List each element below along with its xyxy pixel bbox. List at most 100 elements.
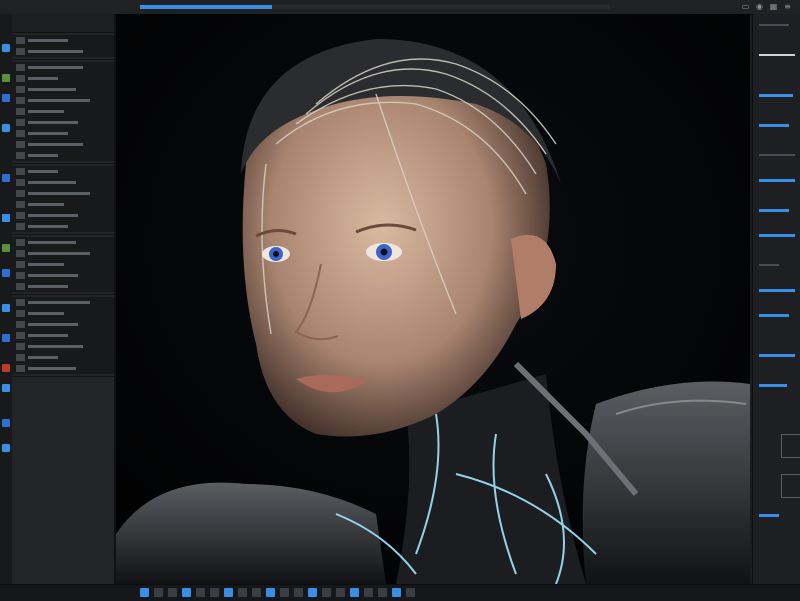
grid-icon[interactable]	[350, 588, 359, 597]
bottom-toolbar	[0, 584, 800, 601]
crop-icon[interactable]	[294, 588, 303, 597]
select-tool-icon[interactable]	[2, 44, 10, 52]
eyedropper-icon[interactable]	[336, 588, 345, 597]
blur-icon[interactable]	[196, 588, 205, 597]
layers-icon[interactable]	[2, 124, 10, 132]
layer-row[interactable]	[12, 166, 114, 177]
flip-icon[interactable]	[378, 588, 387, 597]
layer-group[interactable]	[12, 166, 114, 235]
slider-blue[interactable]	[759, 209, 789, 212]
layer-row[interactable]	[12, 177, 114, 188]
layer-row[interactable]	[12, 62, 114, 73]
layer-thumbnail	[16, 86, 25, 93]
layer-icon[interactable]	[140, 588, 149, 597]
layer-row[interactable]	[12, 35, 114, 46]
layer-row[interactable]	[12, 308, 114, 319]
left-pupil	[273, 251, 279, 257]
layer-row[interactable]	[12, 150, 114, 161]
layer-thumbnail	[16, 261, 25, 268]
pen-icon[interactable]	[224, 588, 233, 597]
move-icon[interactable]	[154, 588, 163, 597]
grid-icon[interactable]: ▦	[769, 2, 778, 11]
dodge-icon[interactable]	[210, 588, 219, 597]
layer-row[interactable]	[12, 270, 114, 281]
link-icon[interactable]	[406, 588, 415, 597]
layer-row[interactable]	[12, 363, 114, 374]
layer-thumbnail	[16, 239, 25, 246]
swatches-icon[interactable]	[2, 304, 10, 312]
layer-row[interactable]	[12, 117, 114, 128]
layer-row[interactable]	[12, 248, 114, 259]
slider-blue[interactable]	[759, 514, 779, 517]
info-icon[interactable]	[2, 334, 10, 342]
channels-icon[interactable]	[2, 214, 10, 222]
brush-icon[interactable]	[168, 588, 177, 597]
layer-group-body	[12, 237, 114, 292]
rotate-icon[interactable]	[364, 588, 373, 597]
brush-icon[interactable]	[2, 269, 10, 277]
layer-group[interactable]	[12, 237, 114, 295]
hand-icon[interactable]	[266, 588, 275, 597]
slider-blue[interactable]	[759, 94, 793, 97]
properties-icon[interactable]	[2, 419, 10, 427]
layer-row[interactable]	[12, 199, 114, 210]
layer-row[interactable]	[12, 259, 114, 270]
layer-list	[12, 35, 114, 377]
dock-icon[interactable]: ▭	[741, 2, 750, 11]
color-swatch-icon[interactable]	[2, 74, 10, 82]
zoom-icon[interactable]	[280, 588, 289, 597]
preview-box[interactable]	[781, 474, 800, 498]
layer-thumbnail	[16, 201, 25, 208]
layer-row[interactable]	[12, 95, 114, 106]
slider-blue[interactable]	[759, 124, 789, 127]
slider-blue[interactable]	[759, 234, 795, 237]
layer-name	[28, 39, 68, 42]
layer-row[interactable]	[12, 84, 114, 95]
slider-blue[interactable]	[759, 314, 789, 317]
layer-row[interactable]	[12, 139, 114, 150]
slider-blue[interactable]	[759, 179, 795, 182]
layer-row[interactable]	[12, 221, 114, 232]
text-icon[interactable]	[238, 588, 247, 597]
layer-thumbnail	[16, 354, 25, 361]
libraries-icon[interactable]	[2, 444, 10, 452]
layer-name	[28, 77, 58, 80]
layer-row[interactable]	[12, 237, 114, 248]
shoulder-armor-right	[582, 381, 750, 584]
fill-icon[interactable]	[322, 588, 331, 597]
layer-thumbnail	[16, 190, 25, 197]
layer-row[interactable]	[12, 341, 114, 352]
eye-icon[interactable]: ◉	[755, 2, 764, 11]
history-icon[interactable]	[2, 174, 10, 182]
layer-row[interactable]	[12, 188, 114, 199]
menu-icon[interactable]: ≡	[783, 2, 792, 11]
layer-row[interactable]	[12, 297, 114, 308]
slider-blue[interactable]	[759, 354, 795, 357]
slider-blue[interactable]	[759, 384, 787, 387]
paths-icon[interactable]	[2, 244, 10, 252]
layer-row[interactable]	[12, 106, 114, 117]
layer-row[interactable]	[12, 46, 114, 57]
actions-icon[interactable]	[2, 384, 10, 392]
layer-row[interactable]	[12, 128, 114, 139]
layer-group[interactable]	[12, 62, 114, 164]
eraser-icon[interactable]	[182, 588, 191, 597]
layer-row[interactable]	[12, 319, 114, 330]
preview-box[interactable]	[781, 434, 800, 458]
image-canvas[interactable]	[116, 14, 750, 584]
record-icon[interactable]	[2, 364, 10, 372]
adjust-icon[interactable]	[2, 94, 10, 102]
layer-group[interactable]	[12, 35, 114, 60]
canvas-artwork	[116, 14, 750, 584]
layer-thumbnail	[16, 179, 25, 186]
layer-row[interactable]	[12, 73, 114, 84]
shape-icon[interactable]	[252, 588, 261, 597]
mask-icon[interactable]	[308, 588, 317, 597]
layer-row[interactable]	[12, 352, 114, 363]
slider-blue[interactable]	[759, 289, 795, 292]
lock-icon[interactable]	[392, 588, 401, 597]
layer-row[interactable]	[12, 330, 114, 341]
layer-group[interactable]	[12, 297, 114, 377]
layer-row[interactable]	[12, 210, 114, 221]
layer-row[interactable]	[12, 281, 114, 292]
